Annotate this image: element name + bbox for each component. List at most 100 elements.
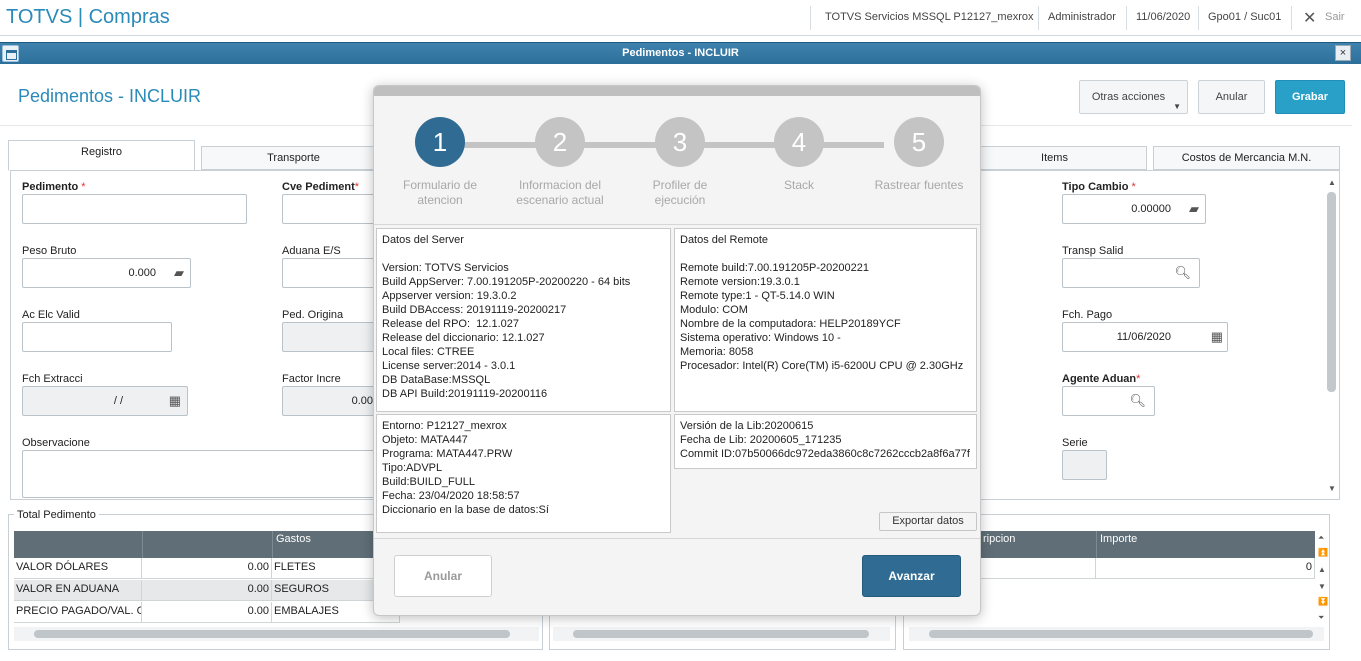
peso-bruto-label: Peso Bruto [22,245,77,257]
exit-icon[interactable]: ✕ [1303,8,1316,28]
server-info: TOTVS Servicios MSSQL P12127_mexrox [825,11,1034,23]
step-4[interactable]: 4 [774,117,824,167]
total-row-label: VALOR EN ADUANA [14,580,142,601]
close-icon[interactable]: × [1335,45,1351,61]
horizontal-scrollbar-thumb[interactable] [34,630,510,638]
tipo-cambio-label: Tipo Cambio * [1062,181,1136,193]
grid-header [142,531,272,558]
save-button[interactable]: Grabar [1275,80,1345,114]
step-2[interactable]: 2 [535,117,585,167]
tab-transporte[interactable]: Transporte [201,146,386,170]
step-1[interactable]: 1 [415,117,465,167]
total-row-value[interactable]: 0.00 [142,602,272,623]
scroll-down-icon[interactable]: ▼ [1318,582,1326,591]
scroll-up-icon[interactable]: ▲ [1318,565,1326,574]
page-title: Pedimentos - INCLUIR [18,86,202,106]
fch-extracci-input: / / ▦ [22,386,188,416]
search-icon[interactable]: 🔍︎ [1174,259,1191,287]
serie-input [1062,450,1107,480]
tab-registro[interactable]: Registro [8,140,195,171]
ac-elc-valid-input[interactable] [22,322,172,352]
scroll-page-down-icon[interactable]: ⏬ [1318,597,1328,606]
tab-items[interactable]: Items [962,146,1147,170]
remote-info-box: Datos del Remote Remote build:7.00.19120… [674,228,977,412]
descripcion-cell[interactable] [980,558,1096,579]
transp-salid-label: Transp Salid [1062,245,1124,257]
pedimento-input[interactable] [22,194,247,224]
total-row-label: VALOR DÓLARES [14,558,142,579]
agente-aduan-input[interactable]: 🔍︎ [1062,386,1155,416]
dialog-top-bar [374,86,980,96]
transp-salid-input[interactable]: 🔍︎ [1062,258,1200,288]
export-data-button[interactable]: Exportar datos [879,512,977,531]
total-row-value[interactable]: 0.00 [142,580,272,601]
ac-elc-valid-label: Ac Elc Valid [22,309,80,321]
other-actions-button[interactable]: Otras acciones ▼ [1079,80,1188,114]
ped-origina-label: Ped. Origina [282,309,344,321]
peso-bruto-input[interactable]: 0.000 ▰ [22,258,191,288]
horizontal-scrollbar-thumb[interactable] [929,630,1313,638]
divider [1126,6,1127,30]
calculator-icon[interactable]: ▰ [1189,195,1199,223]
horizontal-scrollbar-thumb[interactable] [573,630,869,638]
cancel-button[interactable]: Anular [1198,80,1265,114]
step-2-label: Informacion del escenario actual [516,178,604,207]
divider [374,224,980,225]
system-date: 11/06/2020 [1136,11,1191,23]
importe-header: Importe [1096,531,1315,558]
aduana-label: Aduana E/S [282,245,341,257]
calendar-icon[interactable]: ▦ [1211,323,1223,351]
wizard-cancel-button[interactable]: Anular [394,555,492,597]
app-title: TOTVS | Compras [6,6,170,28]
scroll-page-up-icon[interactable]: ⏫ [1318,548,1328,557]
environment-info-box: Entorno: P12127_mexrox Objeto: MATA447 P… [376,414,671,533]
lib-info-box: Versión de la Lib:20200615 Fecha de Lib:… [674,414,977,469]
calculator-icon[interactable]: ▰ [174,259,184,287]
calendar-icon: ▦ [168,393,181,408]
window-title-bar: Pedimentos - INCLUIR × [0,42,1361,64]
step-4-label: Stack [783,178,814,192]
other-actions-label: Otras acciones [1091,91,1166,103]
scroll-down-icon[interactable]: ▼ [1328,484,1336,493]
step-1-label: Formulario de atencion [402,178,478,207]
step-3-label: Profiler de ejecución [652,178,708,207]
search-icon[interactable]: 🔍︎ [1129,387,1146,415]
observacione-textarea[interactable] [22,450,392,498]
divider [810,6,811,30]
divider [374,538,980,539]
importe-cell[interactable]: 0 [1096,558,1315,579]
scroll-bottom-icon[interactable]: ⏷ [1318,613,1324,623]
step-5-label: Rastrear fuentes [874,178,964,192]
wizard-dialog: 1 2 3 4 5 Formulario de atencion Informa… [373,85,981,616]
branch-selector[interactable]: Gpo01 / Suc01 [1208,11,1281,27]
step-3[interactable]: 3 [655,117,705,167]
exit-button[interactable]: Sair [1325,11,1345,27]
divider [1291,6,1292,30]
tab-costos[interactable]: Costos de Mercancia M.N. [1153,146,1340,170]
wizard-next-button[interactable]: Avanzar [862,555,961,597]
chevron-down-icon: ▼ [1173,102,1181,111]
window-title: Pedimentos - INCLUIR [622,47,739,59]
divider [1198,6,1199,30]
step-5[interactable]: 5 [894,117,944,167]
vertical-scrollbar-thumb[interactable] [1327,192,1336,392]
pedimento-label: Pedimento * [22,181,86,193]
fch-pago-label: Fch. Pago [1062,309,1113,321]
grid-header [14,531,142,558]
total-row-value[interactable]: 0.00 [142,558,272,579]
descripcion-header: ripcion [980,531,1096,558]
agente-aduan-label: Agente Aduan* [1062,373,1141,385]
tipo-cambio-input[interactable]: 0.00000 ▰ [1062,194,1206,224]
fch-pago-input[interactable]: 11/06/2020 ▦ [1062,322,1228,352]
divider [1038,6,1039,30]
top-bar: TOTVS | Compras TOTVS Servicios MSSQL P1… [0,0,1361,36]
total-row-label: PRECIO PAGADO/VAL. CO [14,602,142,623]
fch-extracci-label: Fch Extracci [22,373,83,385]
observacione-label: Observacione [22,437,90,449]
user-name[interactable]: Administrador [1048,11,1116,27]
scroll-top-icon[interactable]: ⏶ [1318,533,1324,543]
cve-pedimento-label: Cve Pediment* [282,181,360,193]
scroll-up-icon[interactable]: ▲ [1328,178,1336,187]
server-info-box: Datos del Server Version: TOTVS Servicio… [376,228,671,412]
serie-label: Serie [1062,437,1088,449]
